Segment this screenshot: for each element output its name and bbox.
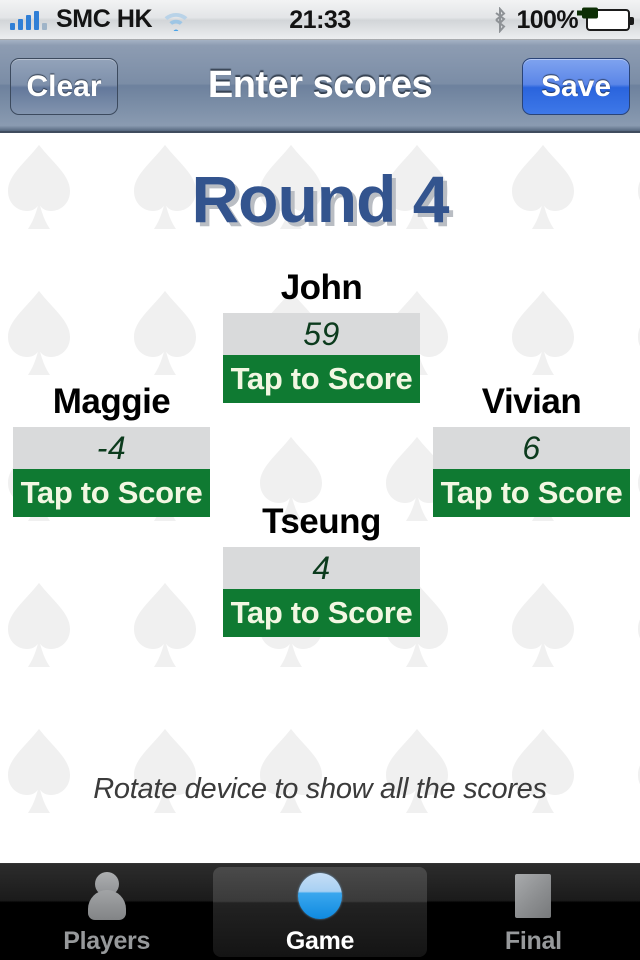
player-name: Maggie (52, 382, 171, 421)
player-name: Vivian (481, 382, 582, 421)
player-card-maggie: Maggie -4 Tap to Score (13, 384, 210, 517)
card-icon (502, 869, 564, 923)
player-score-value: 4 (223, 547, 420, 589)
tab-players[interactable]: Players (0, 864, 213, 960)
tap-to-score-button[interactable]: Tap to Score (223, 355, 420, 403)
status-bar: SMC HK 21:33 100% (0, 0, 640, 40)
battery-charging-icon (577, 7, 634, 31)
tab-label: Players (63, 926, 151, 955)
blue-circle-icon (289, 869, 351, 923)
signal-bars-icon (10, 10, 47, 30)
player-card-tseung: Tseung 4 Tap to Score (223, 504, 420, 637)
score-entry-area: Round 4 John 59 Tap to Score Maggie -4 T… (0, 133, 640, 863)
player-card-vivian: Vivian 6 Tap to Score (433, 384, 630, 517)
rotate-hint-text: Rotate device to show all the scores (93, 773, 547, 805)
tab-game[interactable]: Game (213, 867, 427, 957)
status-bar-left: SMC HK (10, 5, 191, 35)
navigation-bar: Clear Enter scores Save (0, 40, 640, 133)
player-score-value: -4 (13, 427, 210, 469)
tab-label: Final (504, 926, 562, 955)
status-bar-right: 100% (492, 0, 634, 40)
app-screen: SMC HK 21:33 100% Clear Enter scores Sav… (0, 0, 640, 960)
wifi-icon (161, 9, 191, 35)
tap-to-score-button[interactable]: Tap to Score (13, 469, 210, 517)
bluetooth-icon (492, 6, 508, 34)
tap-to-score-button[interactable]: Tap to Score (223, 589, 420, 637)
clear-button[interactable]: Clear (10, 58, 118, 115)
save-button[interactable]: Save (522, 58, 630, 115)
tab-final[interactable]: Final (427, 864, 640, 960)
round-title: Round 4 (191, 162, 450, 236)
player-score-value: 6 (433, 427, 630, 469)
player-score-value: 59 (223, 313, 420, 355)
player-name: Tseung (262, 502, 381, 541)
clock-label: 21:33 (289, 5, 351, 34)
tap-to-score-button[interactable]: Tap to Score (433, 469, 630, 517)
tab-bar: Players Game Final (0, 863, 640, 960)
player-card-john: John 59 Tap to Score (223, 270, 420, 403)
carrier-label: SMC HK (56, 5, 153, 33)
player-name: John (280, 268, 363, 307)
battery-percent-label: 100% (516, 5, 578, 34)
person-icon (76, 869, 138, 923)
tab-label: Game (285, 926, 355, 955)
